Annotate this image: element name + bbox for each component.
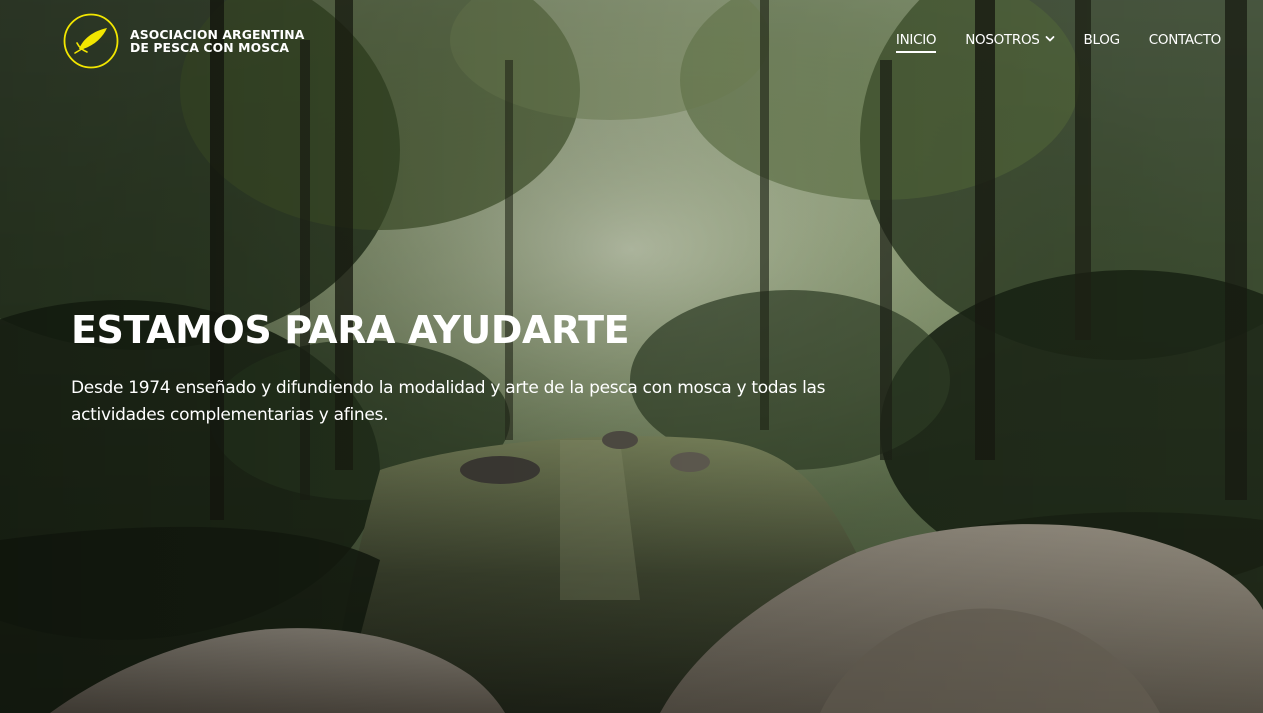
nav-item-contacto[interactable]: CONTACTO — [1148, 32, 1222, 52]
chevron-down-icon — [1045, 36, 1054, 42]
main-nav: INICIO NOSOTROS BLOG CONTACTO — [867, 32, 1222, 53]
nav-item-inicio[interactable]: INICIO — [895, 32, 937, 53]
nav-item-nosotros[interactable]: NOSOTROS — [965, 32, 1054, 52]
nav-item-label: INICIO — [895, 32, 937, 48]
hero-description: Desde 1974 enseñado y difundiendo la mod… — [71, 378, 826, 425]
fly-feather-icon — [63, 13, 119, 69]
brand-name-line2: DE PESCA CON MOSCA — [130, 40, 290, 55]
brand-home-link[interactable]: ASOCIACION ARGENTINA DE PESCA CON MOSCA — [63, 13, 304, 69]
nav-item-label: NOSOTROS — [965, 32, 1040, 48]
nav-item-label: BLOG — [1083, 32, 1121, 48]
brand-name: ASOCIACION ARGENTINA DE PESCA CON MOSCA — [130, 28, 304, 54]
hero-title: ESTAMOS PARA AYUDARTE — [71, 308, 630, 352]
site-header: ASOCIACION ARGENTINA DE PESCA CON MOSCA … — [0, 0, 1263, 82]
nav-item-label: CONTACTO — [1148, 32, 1222, 48]
hero-section: ASOCIACION ARGENTINA DE PESCA CON MOSCA … — [0, 0, 1263, 713]
nav-item-blog[interactable]: BLOG — [1083, 32, 1121, 52]
hero-content: ESTAMOS PARA AYUDARTE Desde 1974 enseñad… — [71, 305, 851, 429]
